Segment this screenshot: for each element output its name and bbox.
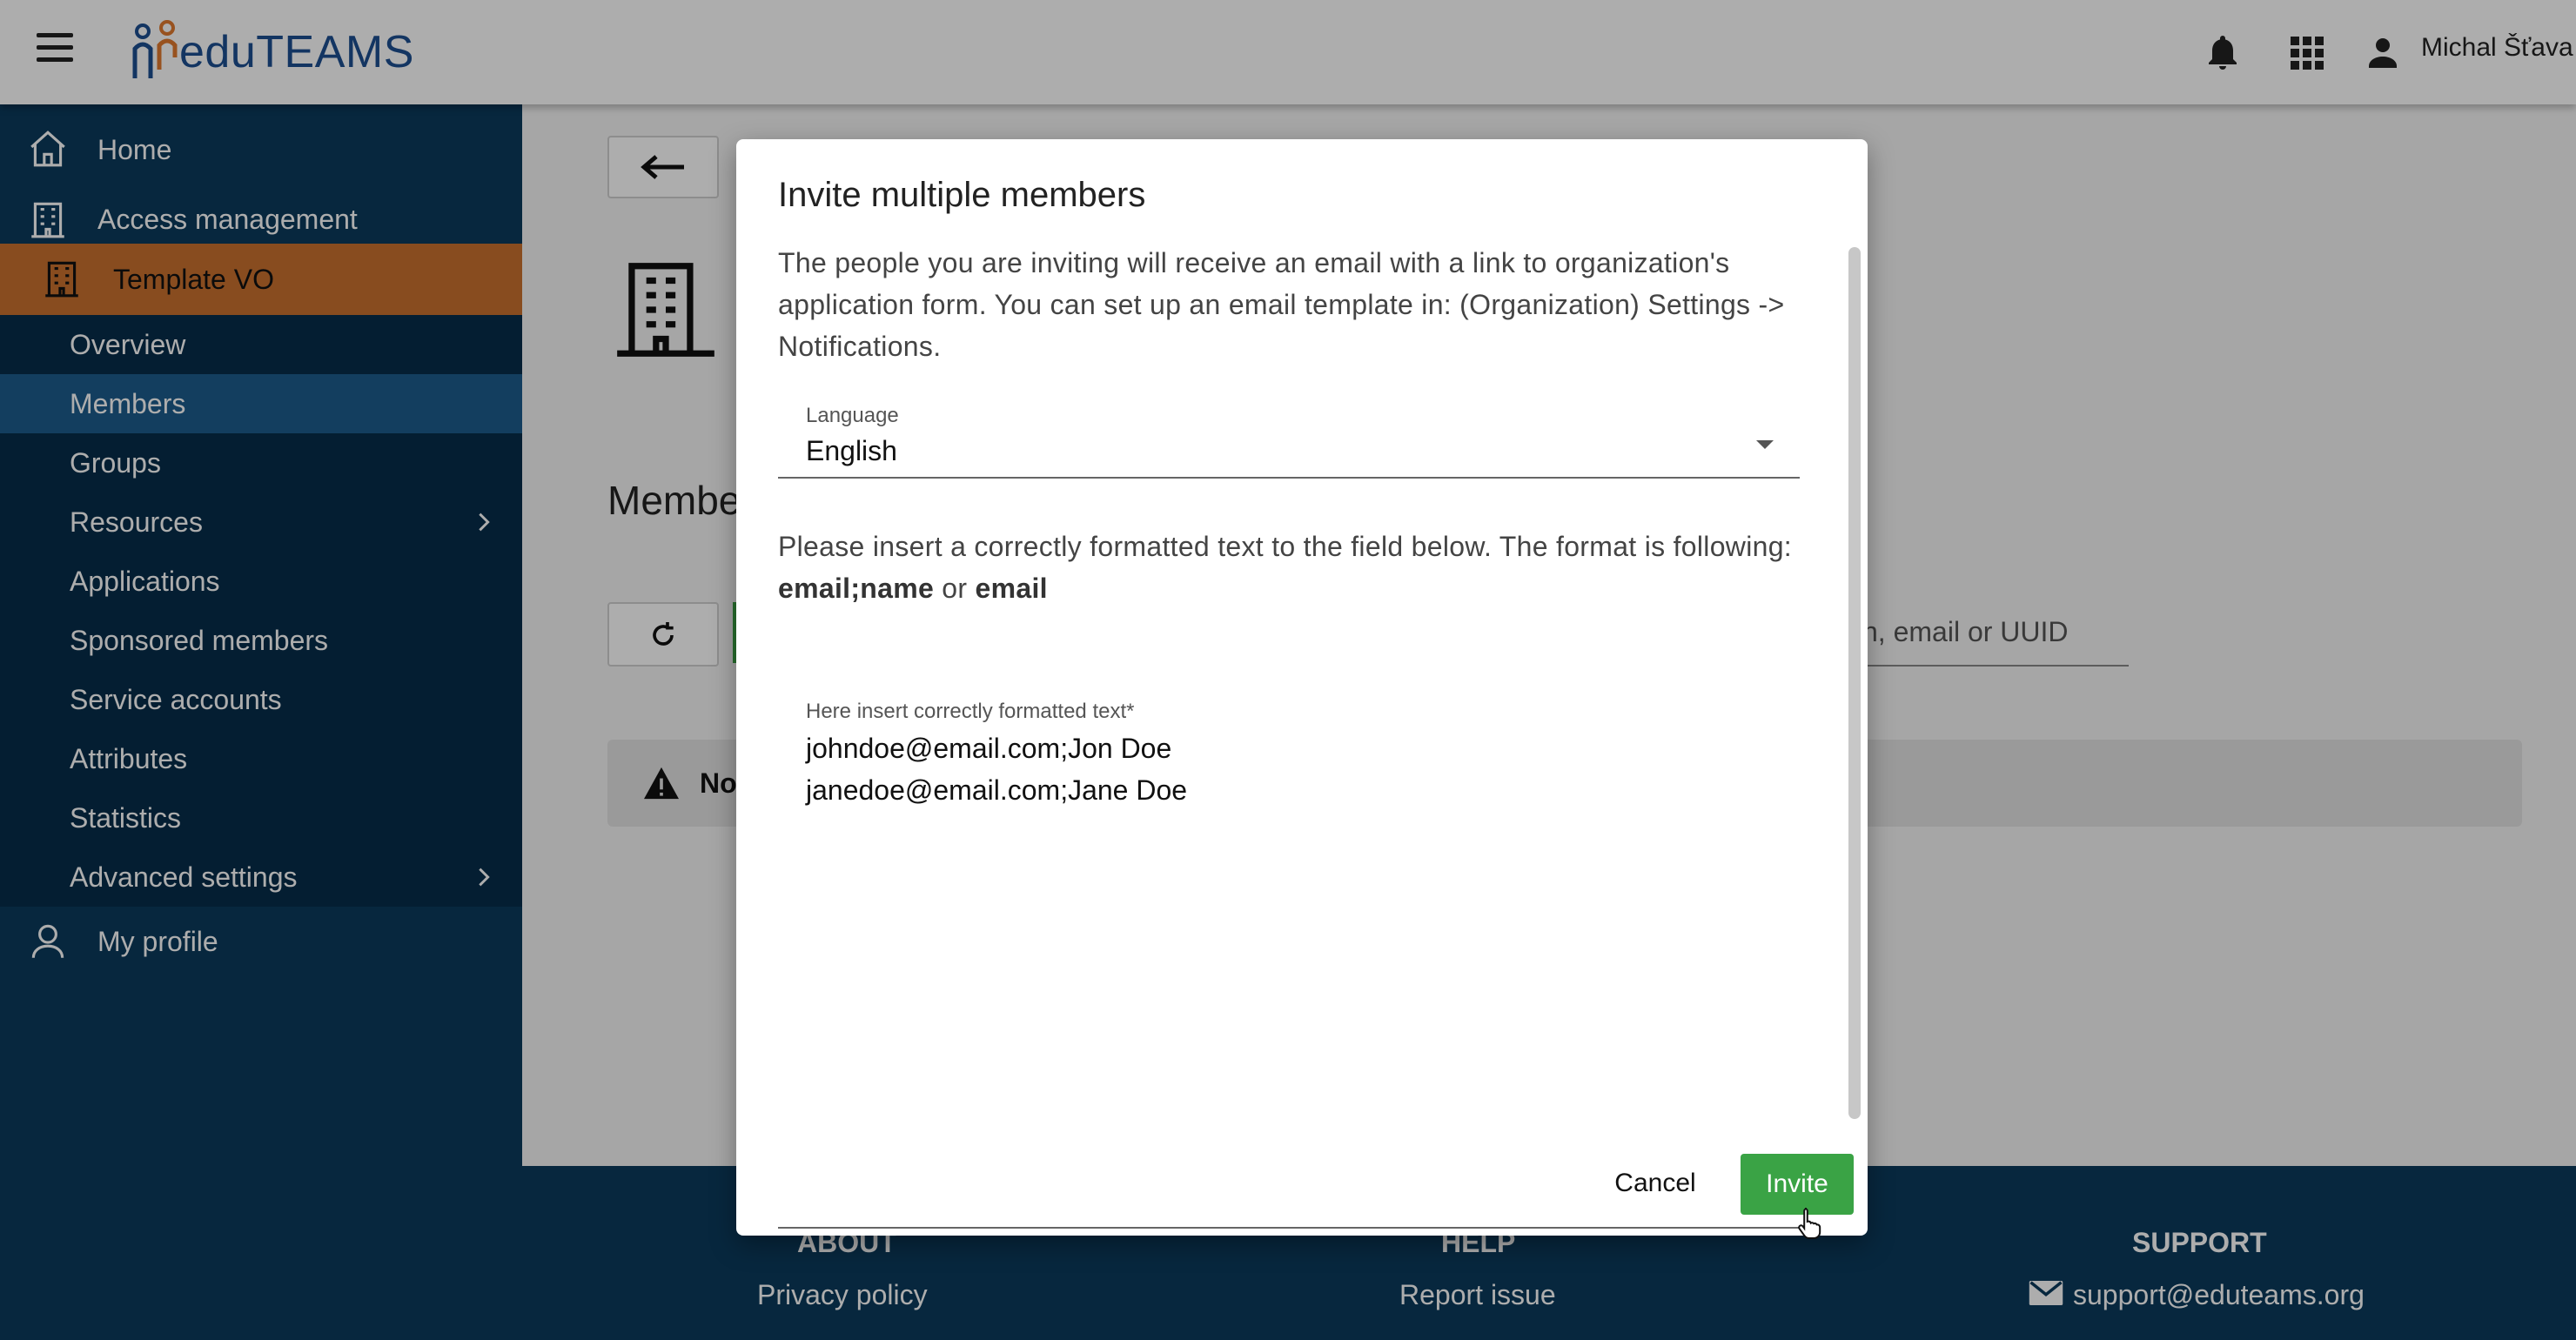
invite-members-dialog: Invite multiple members The people you a… [736, 139, 1868, 1236]
cancel-button[interactable]: Cancel [1603, 1157, 1707, 1209]
format-example-1: email;name [778, 573, 935, 604]
format-example-2: email [975, 573, 1048, 604]
dialog-title: Invite multiple members [778, 176, 1146, 214]
pointer-cursor-icon [1798, 1208, 1821, 1239]
textarea-label: Here insert correctly formatted text* [806, 700, 1135, 723]
dialog-intro-text: The people you are inviting will receive… [778, 247, 1785, 362]
dialog-scrollbar[interactable] [1848, 247, 1861, 1119]
language-value: English [806, 435, 897, 466]
dropdown-arrow-icon [1756, 440, 1774, 449]
members-textarea-field[interactable]: Here insert correctly formatted text* jo… [778, 687, 1800, 1229]
language-label: Language [806, 404, 899, 427]
members-textarea[interactable]: johndoe@email.com;Jon Doe janedoe@email.… [806, 727, 1763, 811]
format-or: or [942, 573, 968, 604]
language-select[interactable]: Language English [778, 392, 1800, 479]
format-instructions: Please insert a correctly formatted text… [778, 526, 1814, 609]
format-text: Please insert a correctly formatted text… [778, 531, 1792, 562]
